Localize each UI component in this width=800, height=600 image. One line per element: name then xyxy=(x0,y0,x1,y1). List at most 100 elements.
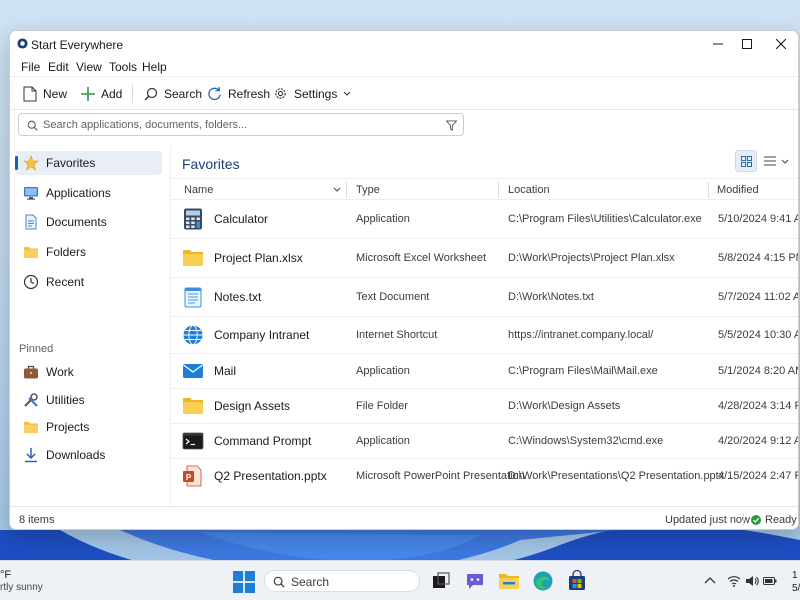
powerpoint-icon: P xyxy=(183,465,202,487)
folder-icon xyxy=(183,398,203,414)
window-title: Start Everywhere xyxy=(31,38,124,52)
star-icon xyxy=(23,155,39,171)
menu-edit[interactable]: Edit xyxy=(48,60,69,74)
refresh-button[interactable]: Refresh xyxy=(207,77,270,110)
sidebar-item-folders[interactable]: Folders xyxy=(15,240,162,264)
filter-icon[interactable] xyxy=(446,120,457,131)
column-header-name[interactable]: Name xyxy=(184,184,213,196)
new-label: New xyxy=(43,86,68,101)
list-view-button[interactable] xyxy=(761,150,793,172)
row-type: Microsoft Excel Worksheet xyxy=(356,252,487,264)
taskbar-search-box[interactable]: Search xyxy=(264,570,420,592)
weather-temperature[interactable]: °F xyxy=(0,569,11,581)
table-row[interactable]: Design Assets File Folder D:\Work\Design… xyxy=(171,389,798,424)
column-header-type[interactable]: Type xyxy=(356,184,380,196)
store-icon[interactable] xyxy=(566,570,588,592)
sidebar-item-downloads[interactable]: Downloads xyxy=(15,443,162,467)
row-location: C:\Program Files\Mail\Mail.exe xyxy=(508,365,658,377)
calculator-icon xyxy=(184,208,202,230)
menu-file[interactable]: File xyxy=(21,60,40,74)
mail-icon xyxy=(183,364,203,378)
file-explorer-icon[interactable] xyxy=(498,570,520,592)
battery-icon[interactable] xyxy=(763,574,777,588)
edge-browser-icon[interactable] xyxy=(532,570,554,592)
table-row[interactable]: Mail Application C:\Program Files\Mail\M… xyxy=(171,354,798,389)
settings-button[interactable]: Settings xyxy=(273,77,351,110)
column-divider[interactable] xyxy=(346,182,347,198)
sidebar-item-projects[interactable]: Projects xyxy=(15,415,162,439)
main-panel: Favorites Name Type Location Modified Ca… xyxy=(170,146,798,506)
table-row[interactable]: Command Prompt Application C:\Windows\Sy… xyxy=(171,424,798,459)
sidebar: Favorites Applications Documents Folders… xyxy=(10,146,170,506)
plus-icon xyxy=(81,86,95,101)
chat-icon[interactable] xyxy=(464,570,486,592)
volume-icon[interactable] xyxy=(745,574,759,588)
row-modified: 4/15/2024 2:47 PM xyxy=(718,470,798,482)
row-name: Project Plan.xlsx xyxy=(214,251,303,265)
row-location: D:\Work\Presentations\Q2 Presentation.pp… xyxy=(508,470,725,482)
task-view-icon[interactable] xyxy=(430,570,452,592)
chevron-down-icon xyxy=(781,159,789,164)
row-type: Text Document xyxy=(356,291,430,303)
search-icon xyxy=(273,576,285,588)
search-button-label: Search xyxy=(164,86,203,101)
chevron-up-icon[interactable] xyxy=(703,574,717,588)
column-header-location[interactable]: Location xyxy=(508,184,550,196)
table-header: Name Type Location Modified xyxy=(171,178,798,200)
row-type: Internet Shortcut xyxy=(356,329,438,341)
row-name: Calculator xyxy=(214,212,269,226)
row-type: Microsoft PowerPoint Presentation xyxy=(356,470,525,482)
close-button[interactable] xyxy=(763,31,798,56)
table-row[interactable]: P Q2 Presentation.pptx Microsoft PowerPo… xyxy=(171,459,798,494)
row-name: Q2 Presentation.pptx xyxy=(214,469,327,483)
update-status: Updated just now xyxy=(665,514,750,526)
sidebar-item-label: Downloads xyxy=(46,448,106,462)
table-row[interactable]: Company Intranet Internet Shortcut https… xyxy=(171,317,798,354)
menu-help[interactable]: Help xyxy=(142,60,167,74)
wifi-icon[interactable] xyxy=(727,574,741,588)
search-input[interactable]: Search applications, documents, folders.… xyxy=(18,113,464,136)
row-name: Notes.txt xyxy=(214,290,262,304)
sidebar-item-label: Utilities xyxy=(46,393,85,407)
check-circle-icon xyxy=(751,515,761,525)
globe-icon xyxy=(183,325,203,345)
weather-description[interactable]: rtly sunny xyxy=(0,582,43,593)
sidebar-item-favorites[interactable]: Favorites xyxy=(15,151,162,175)
table-row[interactable]: Notes.txt Text Document D:\Work\Notes.tx… xyxy=(171,278,798,317)
page-title: Favorites xyxy=(182,156,240,172)
gear-icon xyxy=(275,88,286,99)
sidebar-item-label: Favorites xyxy=(46,156,96,170)
notepad-icon xyxy=(184,287,202,308)
sidebar-item-label: Applications xyxy=(46,186,111,200)
add-button[interactable]: Add xyxy=(81,77,122,110)
menu-tools[interactable]: Tools xyxy=(109,60,137,74)
menu-view[interactable]: View xyxy=(76,60,102,74)
grid-view-button[interactable] xyxy=(735,150,757,172)
document-icon xyxy=(25,214,37,230)
table-row[interactable]: Project Plan.xlsx Microsoft Excel Worksh… xyxy=(171,239,798,278)
sidebar-item-documents[interactable]: Documents xyxy=(15,210,162,234)
new-button[interactable]: New xyxy=(23,77,67,110)
sidebar-item-utilities[interactable]: Utilities xyxy=(15,388,162,412)
title-bar: Start Everywhere xyxy=(10,31,798,56)
ready-status: Ready xyxy=(765,514,797,526)
download-icon xyxy=(25,448,37,463)
svg-text:P: P xyxy=(186,473,192,482)
sidebar-item-recent[interactable]: Recent xyxy=(15,270,162,294)
sort-chevron-icon[interactable] xyxy=(333,187,341,193)
table-row[interactable]: Calculator Application C:\Program Files\… xyxy=(171,200,798,239)
column-divider[interactable] xyxy=(498,182,499,198)
start-menu-icon[interactable] xyxy=(233,571,255,593)
row-name: Design Assets xyxy=(214,399,291,413)
sidebar-item-applications[interactable]: Applications xyxy=(15,181,162,205)
column-header-modified[interactable]: Modified xyxy=(717,184,759,196)
search-button[interactable]: Search xyxy=(144,77,202,110)
sidebar-item-work[interactable]: Work xyxy=(15,360,162,384)
clock-time: 1 xyxy=(792,570,798,581)
minimize-icon xyxy=(712,43,723,44)
refresh-icon xyxy=(208,86,221,101)
maximize-icon xyxy=(741,38,752,49)
taskbar-clock[interactable]: 1 5/ xyxy=(792,569,800,595)
maximize-button[interactable] xyxy=(729,31,764,56)
column-divider[interactable] xyxy=(708,182,709,198)
